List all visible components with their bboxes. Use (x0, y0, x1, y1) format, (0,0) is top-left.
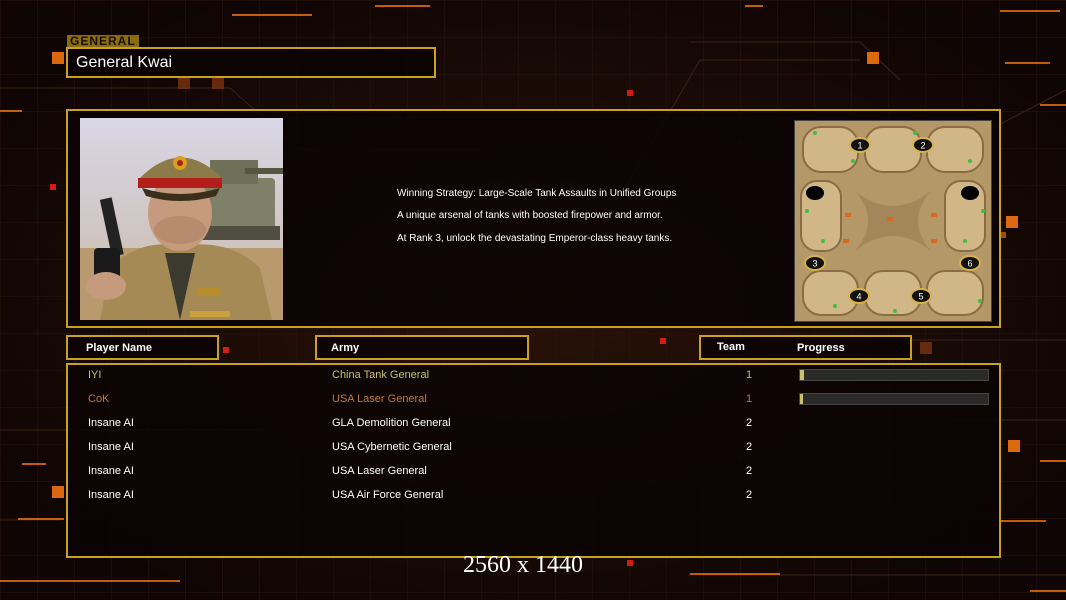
progress-bar (799, 393, 989, 405)
map-start-label: 3 (812, 259, 817, 269)
progress-fill (800, 394, 803, 404)
army-cell: China Tank General (332, 369, 430, 381)
player-name-cell: Insane AI (88, 465, 134, 477)
strategy-line: Winning Strategy: Large-Scale Tank Assau… (397, 188, 677, 199)
player-name-cell: Insane AI (88, 417, 134, 429)
team-cell: 2 (746, 441, 753, 453)
progress-bar (799, 369, 989, 381)
map-start-label: 6 (967, 259, 972, 269)
player-name-header-label: Player Name (86, 342, 153, 354)
general-portrait (80, 118, 283, 320)
army-cell: GLA Demolition General (332, 417, 451, 429)
player-name-cell: Insane AI (88, 441, 134, 453)
team-cell: 1 (746, 393, 753, 405)
map-start-label: 1 (857, 141, 862, 151)
player-row[interactable]: Insane AI USA Cybernetic General 2 (68, 437, 999, 461)
player-row[interactable]: CoK USA Laser General 1 (68, 389, 999, 413)
progress-fill (800, 370, 804, 380)
map-start-label: 4 (856, 292, 861, 302)
general-name: General Kwai (76, 54, 173, 71)
strategy-line: A unique arsenal of tanks with boosted f… (397, 210, 663, 221)
player-name-cell: CoK (88, 393, 110, 405)
progress-header-label: Progress (797, 342, 845, 354)
map-preview: 1 2 3 4 5 6 (794, 120, 992, 322)
resolution-watermark: 2560 x 1440 (463, 552, 583, 578)
team-header-label: Team (717, 341, 745, 353)
map-start-label: 5 (918, 292, 923, 302)
player-name-cell: Insane AI (88, 489, 134, 501)
army-cell: USA Cybernetic General (332, 441, 452, 453)
player-row[interactable]: Insane AI USA Air Force General 2 (68, 485, 999, 509)
team-cell: 2 (746, 465, 753, 477)
army-header-label: Army (331, 342, 360, 354)
army-cell: USA Air Force General (332, 489, 444, 501)
player-name-header[interactable]: Player Name (66, 335, 219, 360)
player-row[interactable]: IYI China Tank General 1 (68, 365, 999, 389)
player-row[interactable]: Insane AI USA Laser General 2 (68, 461, 999, 485)
team-cell: 2 (746, 489, 753, 501)
player-list: IYI China Tank General 1 CoK USA Laser Gener… (66, 363, 1001, 558)
team-cell: 2 (746, 417, 753, 429)
player-row[interactable]: Insane AI GLA Demolition General 2 (68, 413, 999, 437)
army-cell: USA Laser General (332, 465, 427, 477)
army-cell: USA Laser General (332, 393, 427, 405)
player-name-cell: IYI (88, 369, 102, 381)
map-start-label: 2 (920, 141, 925, 151)
general-name-panel: General Kwai (66, 47, 436, 78)
army-header[interactable]: Army (315, 335, 529, 360)
team-progress-header[interactable]: Team Progress (699, 335, 912, 360)
team-cell: 1 (746, 369, 753, 381)
strategy-line: At Rank 3, unlock the devastating Empero… (397, 233, 673, 244)
